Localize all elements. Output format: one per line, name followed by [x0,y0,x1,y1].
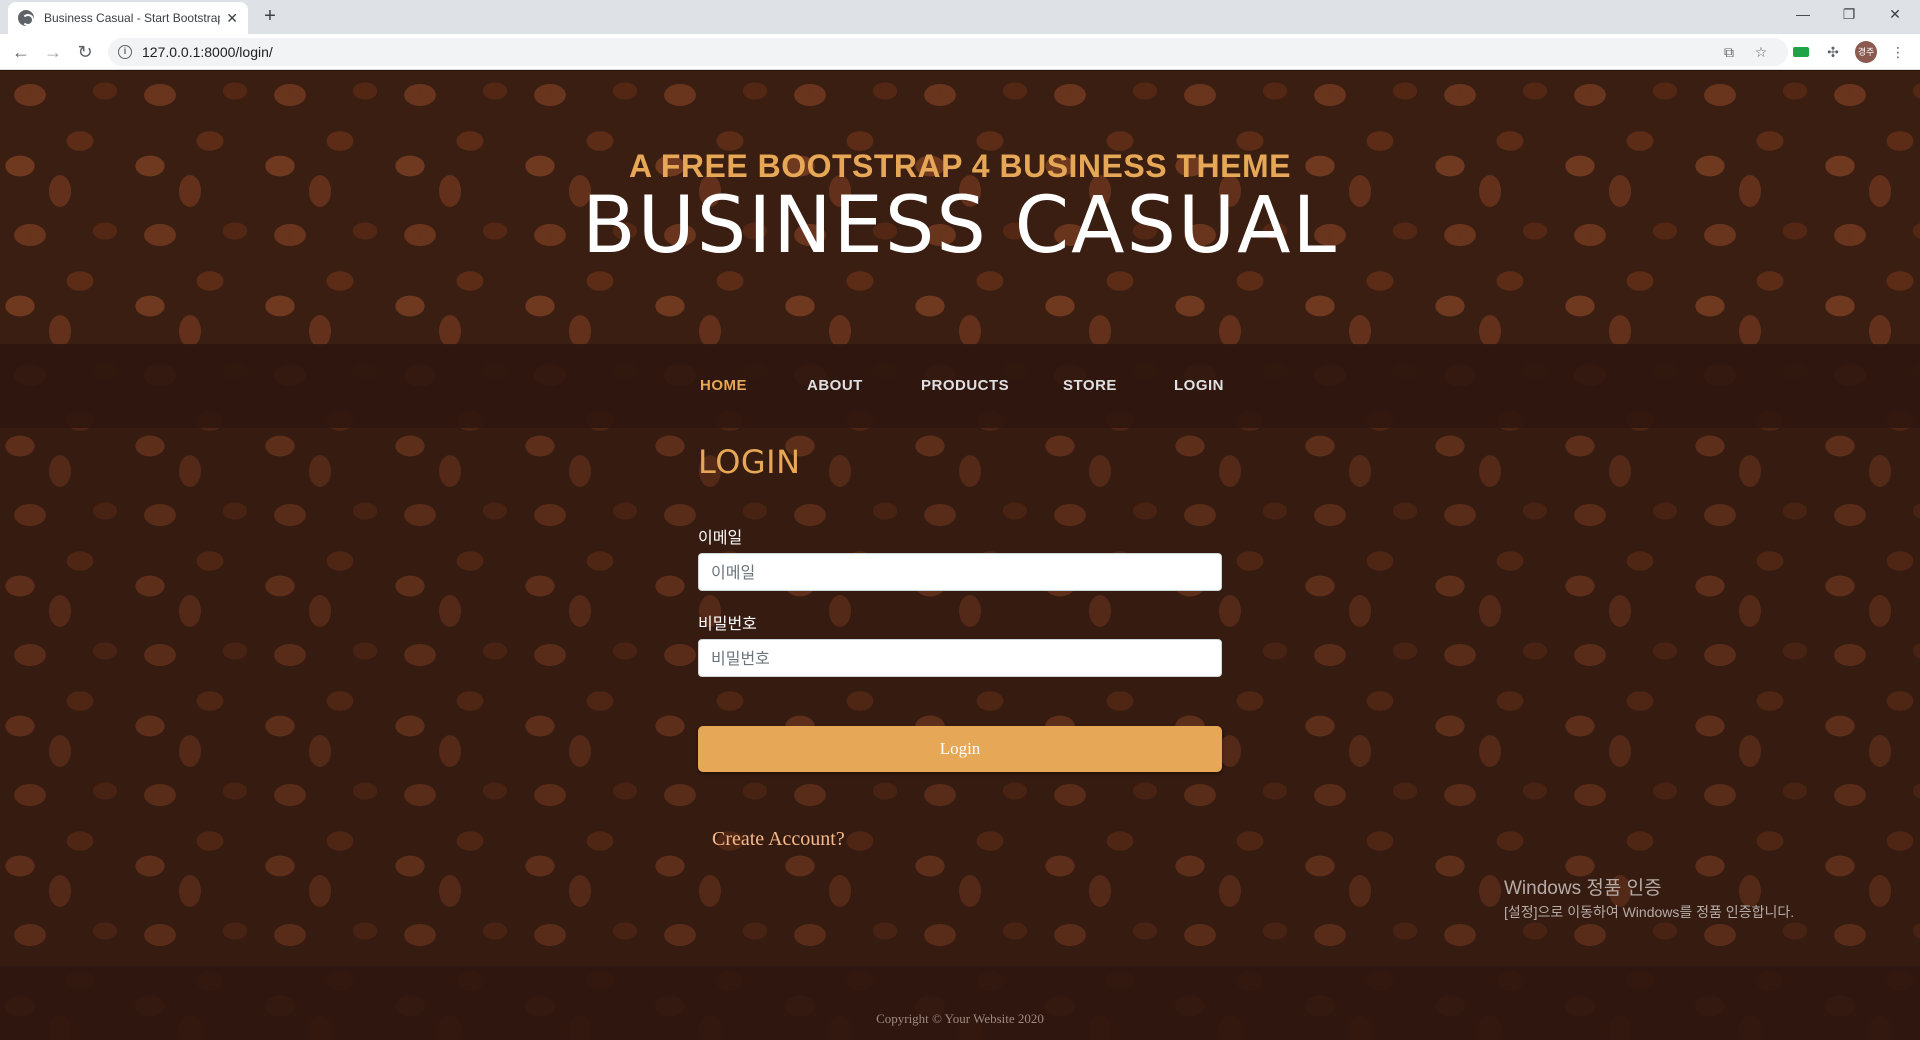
password-label: 비밀번호 [698,616,757,633]
email-label: 이메일 [698,530,743,547]
site-info-icon[interactable]: i [118,45,132,59]
minimize-button[interactable]: — [1780,0,1826,28]
browser-toolbar: ← → ↻ i 127.0.0.1:8000/login/ ⧉ ☆ ✣ 경주 ⋮ [0,34,1920,70]
nav-item-products[interactable]: PRODUCTS [921,377,1009,394]
nav-item-about[interactable]: ABOUT [807,377,863,394]
address-bar[interactable]: i 127.0.0.1:8000/login/ [108,38,1788,66]
email-field[interactable] [698,553,1222,591]
maximize-button[interactable]: ❐ [1826,0,1872,28]
url-text: 127.0.0.1:8000/login/ [142,44,273,60]
bookmark-star-icon[interactable]: ☆ [1751,42,1771,62]
create-account-link[interactable]: Create Account? [712,828,845,851]
watermark-title: Windows 정품 인증 [1504,878,1662,899]
reload-icon[interactable]: ↻ [73,40,97,64]
site-header: A FREE BOOTSTRAP 4 BUSINESS THEME BUSINE… [0,71,1920,344]
profile-avatar[interactable]: 경주 [1855,41,1877,63]
windows-activation-watermark: Windows 정품 인증 [설정]으로 이동하여 Windows를 정품 인증… [1504,873,1794,922]
copyright-text: Copyright © Your Website 2020 [876,1011,1044,1026]
menu-kebab-icon[interactable]: ⋮ [1888,42,1908,62]
back-icon[interactable]: ← [9,40,33,64]
extension-icon[interactable] [1793,47,1809,57]
nav-item-home[interactable]: HOME [700,377,747,394]
globe-icon [18,10,34,26]
watermark-subtitle: [설정]으로 이동하여 Windows를 정품 인증합니다. [1504,904,1795,920]
translate-icon[interactable]: ⧉ [1719,42,1739,62]
browser-tabstrip: Business Casual - Start Bootstrap Theme … [0,0,1920,34]
password-field[interactable] [698,639,1222,677]
tab-title: Business Casual - Start Bootstrap Theme [44,11,220,25]
extensions-puzzle-icon[interactable]: ✣ [1823,42,1843,62]
main-navbar: HOME ABOUT PRODUCTS STORE LOGIN [0,344,1920,428]
nav-item-login[interactable]: LOGIN [1174,377,1224,394]
forward-icon[interactable]: → [41,40,65,64]
site-heading: BUSINESS CASUAL [582,181,1338,271]
login-title: LOGIN [698,443,801,481]
site-footer: Copyright © Your Website 2020 [0,966,1920,1040]
new-tab-button[interactable]: + [258,4,282,28]
login-button[interactable]: Login [698,726,1222,772]
nav-item-store[interactable]: STORE [1063,377,1117,394]
tab-close-icon[interactable]: ✕ [226,10,238,27]
browser-tab[interactable]: Business Casual - Start Bootstrap Theme … [8,2,248,34]
site-subheading: A FREE BOOTSTRAP 4 BUSINESS THEME [629,148,1291,184]
close-window-button[interactable]: ✕ [1872,0,1918,28]
